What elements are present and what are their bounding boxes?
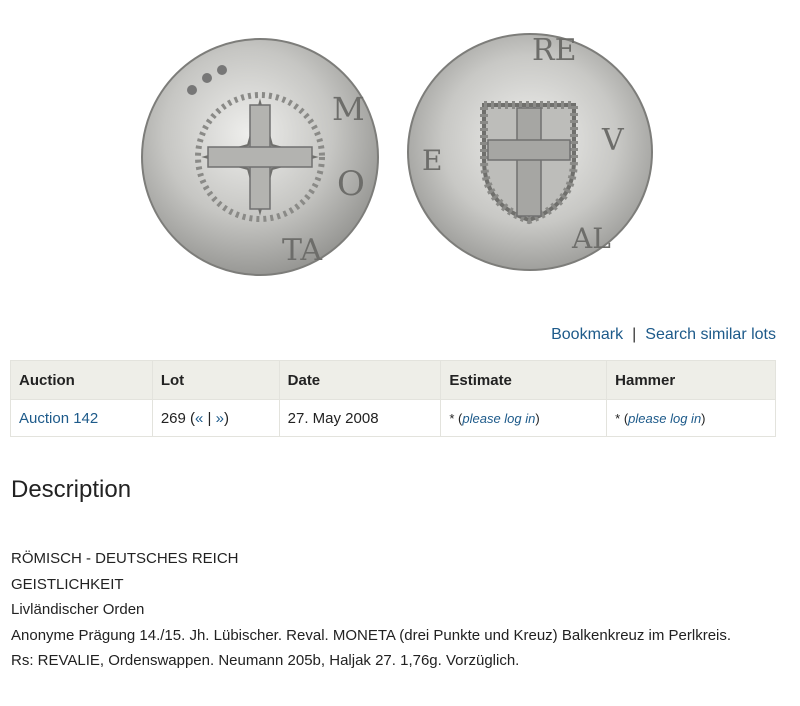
bookmark-link[interactable]: Bookmark — [551, 326, 623, 343]
description-line: GEISTLICHKEIT — [11, 575, 124, 593]
header-hammer: Hammer — [606, 360, 776, 400]
lot-number: 269 ( — [160, 409, 196, 427]
description-line: Anonyme Prägung 14./15. Jh. Lübischer. R… — [11, 626, 732, 644]
lot-close-paren: ) — [223, 409, 229, 427]
cell-estimate: * (please log in) — [440, 399, 608, 437]
cell-date: 27. May 2008 — [278, 399, 442, 437]
table-row: Auction 142 269 (« | ») 27. May 2008 * (… — [10, 399, 776, 437]
table-header-row: Auction Lot Date Estimate Hammer — [10, 360, 776, 400]
svg-text:E: E — [422, 144, 442, 177]
hammer-prefix: * ( — [615, 410, 629, 426]
lot-nav-separator: | — [203, 409, 216, 427]
coin-photo: M O TA RE V AL E — [141, 33, 653, 276]
estimate-login-link[interactable]: please log in — [462, 411, 535, 426]
description-line: RÖMISCH - DEUTSCHES REICH — [11, 550, 239, 567]
description-title: Description — [11, 476, 132, 503]
coin-image: M O TA RE V AL E — [132, 20, 660, 285]
coin-reverse: RE V AL E — [407, 33, 653, 271]
svg-text:TA: TA — [282, 233, 322, 268]
search-similar-link[interactable]: Search similar lots — [645, 326, 776, 343]
coin-obverse: M O TA — [141, 38, 379, 276]
header-lot: Lot — [151, 360, 280, 400]
hammer-suffix: ) — [701, 410, 706, 426]
estimate-suffix: ) — [535, 410, 540, 426]
cell-lot: 269 (« | ») — [151, 399, 280, 437]
description-line: Livländischer Orden — [11, 601, 145, 618]
svg-text:O: O — [337, 164, 365, 204]
next-lot-link[interactable]: » — [216, 410, 224, 427]
header-date: Date — [278, 360, 442, 400]
cell-hammer: * (please log in) — [606, 399, 776, 437]
action-separator: | — [632, 326, 637, 343]
svg-text:M: M — [332, 90, 365, 128]
estimate-prefix: * ( — [449, 410, 463, 426]
lot-table: Auction Lot Date Estimate Hammer Auction… — [10, 360, 776, 437]
lot-actions: Bookmark | Search similar lots — [551, 326, 776, 344]
svg-text:AL: AL — [571, 222, 611, 255]
cell-auction: Auction 142 — [10, 399, 153, 437]
svg-text:RE: RE — [532, 33, 577, 68]
header-estimate: Estimate — [440, 360, 608, 400]
hammer-login-link[interactable]: please log in — [628, 411, 701, 426]
description-line: Rs: REVALIE, Ordenswappen. Neumann 205b,… — [11, 652, 520, 669]
description-text: RÖMISCH - DEUTSCHES REICH GEISTLICHKEIT … — [11, 546, 731, 674]
header-auction: Auction — [10, 360, 153, 400]
auction-link[interactable]: Auction 142 — [19, 410, 98, 427]
svg-text:V: V — [601, 123, 625, 158]
